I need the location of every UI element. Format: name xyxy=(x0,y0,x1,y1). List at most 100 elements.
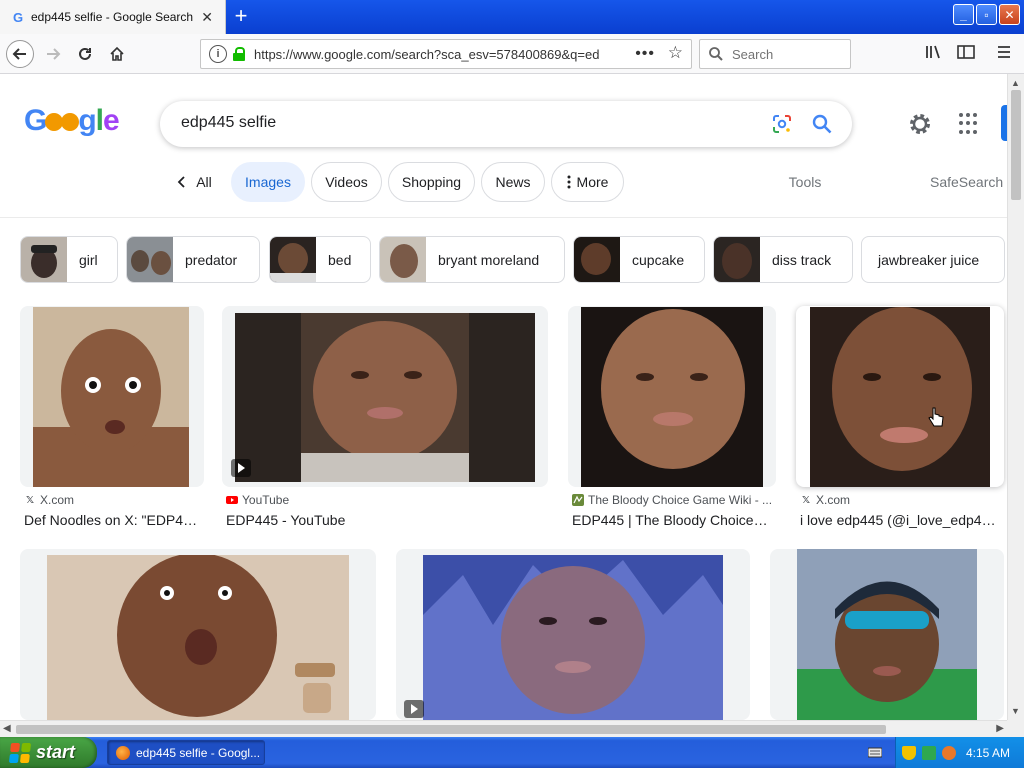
image-result[interactable] xyxy=(396,549,750,720)
back-button[interactable] xyxy=(6,40,34,68)
home-button[interactable] xyxy=(103,40,131,68)
forward-button[interactable] xyxy=(39,40,67,68)
image-frame[interactable] xyxy=(396,549,750,720)
image-result[interactable]: 𝕏 X.com Def Noodles on X: "EDP445 ... xyxy=(20,306,204,530)
arrow-right-icon xyxy=(47,48,61,60)
result-thumbnail[interactable] xyxy=(810,307,990,487)
image-result[interactable]: YouTube EDP445 - YouTube xyxy=(222,306,548,530)
result-thumbnail[interactable] xyxy=(797,549,977,720)
google-favicon-icon: G xyxy=(12,9,24,25)
tab-label: Videos xyxy=(325,174,368,190)
result-title[interactable]: Def Noodles on X: "EDP445 ... xyxy=(24,512,202,528)
tab-videos[interactable]: Videos xyxy=(311,162,382,202)
search-query-input[interactable]: edp445 selfie xyxy=(181,114,276,132)
image-frame[interactable] xyxy=(222,306,548,487)
google-doodle-logo[interactable]: G g l e xyxy=(24,104,120,138)
related-chip-diss-track[interactable]: diss track xyxy=(713,236,853,283)
info-icon[interactable]: i xyxy=(209,45,227,63)
browser-tab[interactable]: G edp445 selfie - Google Search ✕ xyxy=(0,0,226,34)
library-icon[interactable] xyxy=(925,44,943,65)
result-thumbnail[interactable] xyxy=(235,313,535,482)
related-chip-bryant-moreland[interactable]: bryant moreland xyxy=(379,236,565,283)
safesearch-button[interactable]: SafeSearch xyxy=(930,162,1014,202)
result-thumbnail[interactable] xyxy=(33,307,189,487)
image-frame[interactable] xyxy=(20,549,376,720)
result-title[interactable]: i love edp445 (@i_love_edp445) ... xyxy=(800,512,996,528)
image-frame[interactable] xyxy=(20,306,204,487)
search-tray-icon[interactable] xyxy=(942,745,956,760)
related-chip-cupcake[interactable]: cupcake xyxy=(573,236,705,283)
page-actions-icon[interactable]: ••• xyxy=(635,45,655,63)
new-tab-button[interactable]: + xyxy=(230,5,252,27)
address-bar[interactable]: i https://www.google.com/search?sca_esv=… xyxy=(200,39,692,69)
tab-all[interactable]: All xyxy=(170,162,218,202)
minimize-button[interactable]: _ xyxy=(953,4,974,25)
scroll-right-icon[interactable]: ▶ xyxy=(996,723,1004,734)
result-source[interactable]: The Bloody Choice Game Wiki - ... xyxy=(572,493,772,507)
image-result[interactable]: The Bloody Choice Game Wiki - ... EDP445… xyxy=(568,306,776,530)
settings-gear-icon[interactable] xyxy=(907,111,933,137)
reload-button[interactable] xyxy=(71,40,99,68)
chip-thumbnail xyxy=(714,237,760,282)
lock-icon[interactable] xyxy=(233,47,245,61)
result-thumbnail[interactable] xyxy=(581,307,763,487)
result-source[interactable]: YouTube xyxy=(226,493,289,507)
related-chip-predator[interactable]: predator xyxy=(126,236,260,283)
url-text[interactable]: https://www.google.com/search?sca_esv=57… xyxy=(254,47,604,62)
image-result[interactable]: 𝕏 X.com i love edp445 (@i_love_edp445) .… xyxy=(796,306,1004,530)
tab-more[interactable]: More xyxy=(551,162,624,202)
google-search-box[interactable]: edp445 selfie xyxy=(160,101,852,147)
image-frame[interactable] xyxy=(770,549,1004,720)
sidebar-icon[interactable] xyxy=(957,44,975,65)
tools-button[interactable]: Tools xyxy=(780,162,830,202)
image-frame[interactable] xyxy=(796,306,1004,487)
tab-shopping[interactable]: Shopping xyxy=(388,162,475,202)
tab-label: SafeSearch xyxy=(930,174,1004,190)
result-source[interactable]: 𝕏 X.com xyxy=(24,493,74,507)
google-lens-icon[interactable] xyxy=(771,113,793,135)
header-divider xyxy=(0,217,1007,218)
network-icon[interactable] xyxy=(922,745,936,760)
bookmark-star-icon[interactable]: ☆ xyxy=(668,43,683,63)
result-title[interactable]: EDP445 | The Bloody Choice ... xyxy=(572,512,768,528)
scroll-up-icon[interactable]: ▲ xyxy=(1011,78,1020,88)
scroll-left-icon[interactable]: ◀ xyxy=(3,723,11,734)
google-apps-icon[interactable] xyxy=(959,113,981,135)
security-shield-icon[interactable] xyxy=(902,745,916,760)
vertical-scrollbar[interactable]: ▲ ▼ xyxy=(1007,74,1024,720)
video-badge-icon xyxy=(231,459,251,477)
pumpkin-icon xyxy=(61,113,80,131)
hamburger-menu-icon[interactable] xyxy=(996,44,1012,65)
browser-search-input[interactable]: Search xyxy=(699,39,851,69)
result-source[interactable]: 𝕏 X.com xyxy=(800,493,850,507)
chip-thumbnail xyxy=(574,237,620,282)
keyboard-icon[interactable] xyxy=(868,745,882,759)
related-chip-jawbreaker-juice[interactable]: jawbreaker juice xyxy=(861,236,1005,283)
scroll-down-icon[interactable]: ▼ xyxy=(1011,706,1020,716)
close-tab-icon[interactable]: ✕ xyxy=(201,9,213,25)
screen: G edp445 selfie - Google Search ✕ + _ ▫ … xyxy=(0,0,1024,768)
related-chip-girl[interactable]: girl xyxy=(20,236,118,283)
image-result[interactable] xyxy=(770,549,1004,720)
close-window-button[interactable]: ✕ xyxy=(999,4,1020,25)
tab-news[interactable]: News xyxy=(481,162,545,202)
related-chip-bed[interactable]: bed xyxy=(269,236,371,283)
scroll-thumb[interactable] xyxy=(1011,90,1021,200)
search-icon[interactable] xyxy=(811,113,833,135)
taskbar-window-button[interactable]: edp445 selfie - Googl... xyxy=(107,740,265,765)
maximize-button[interactable]: ▫ xyxy=(976,4,997,25)
result-thumbnail[interactable] xyxy=(423,555,723,720)
tab-images[interactable]: Images xyxy=(231,162,305,202)
chip-label: jawbreaker juice xyxy=(878,251,980,268)
scroll-thumb[interactable] xyxy=(16,725,886,734)
x-logo-icon: 𝕏 xyxy=(801,494,811,506)
clock[interactable]: 4:15 AM xyxy=(966,746,1010,760)
start-button[interactable]: start xyxy=(0,737,97,768)
horizontal-scrollbar[interactable]: ◀ ▶ xyxy=(0,720,1007,737)
arrow-left-icon xyxy=(12,48,26,60)
image-frame[interactable] xyxy=(568,306,776,487)
result-thumbnail[interactable] xyxy=(47,555,349,720)
result-title[interactable]: EDP445 - YouTube xyxy=(226,512,526,528)
chip-thumbnail xyxy=(380,237,426,282)
image-result[interactable] xyxy=(20,549,376,720)
